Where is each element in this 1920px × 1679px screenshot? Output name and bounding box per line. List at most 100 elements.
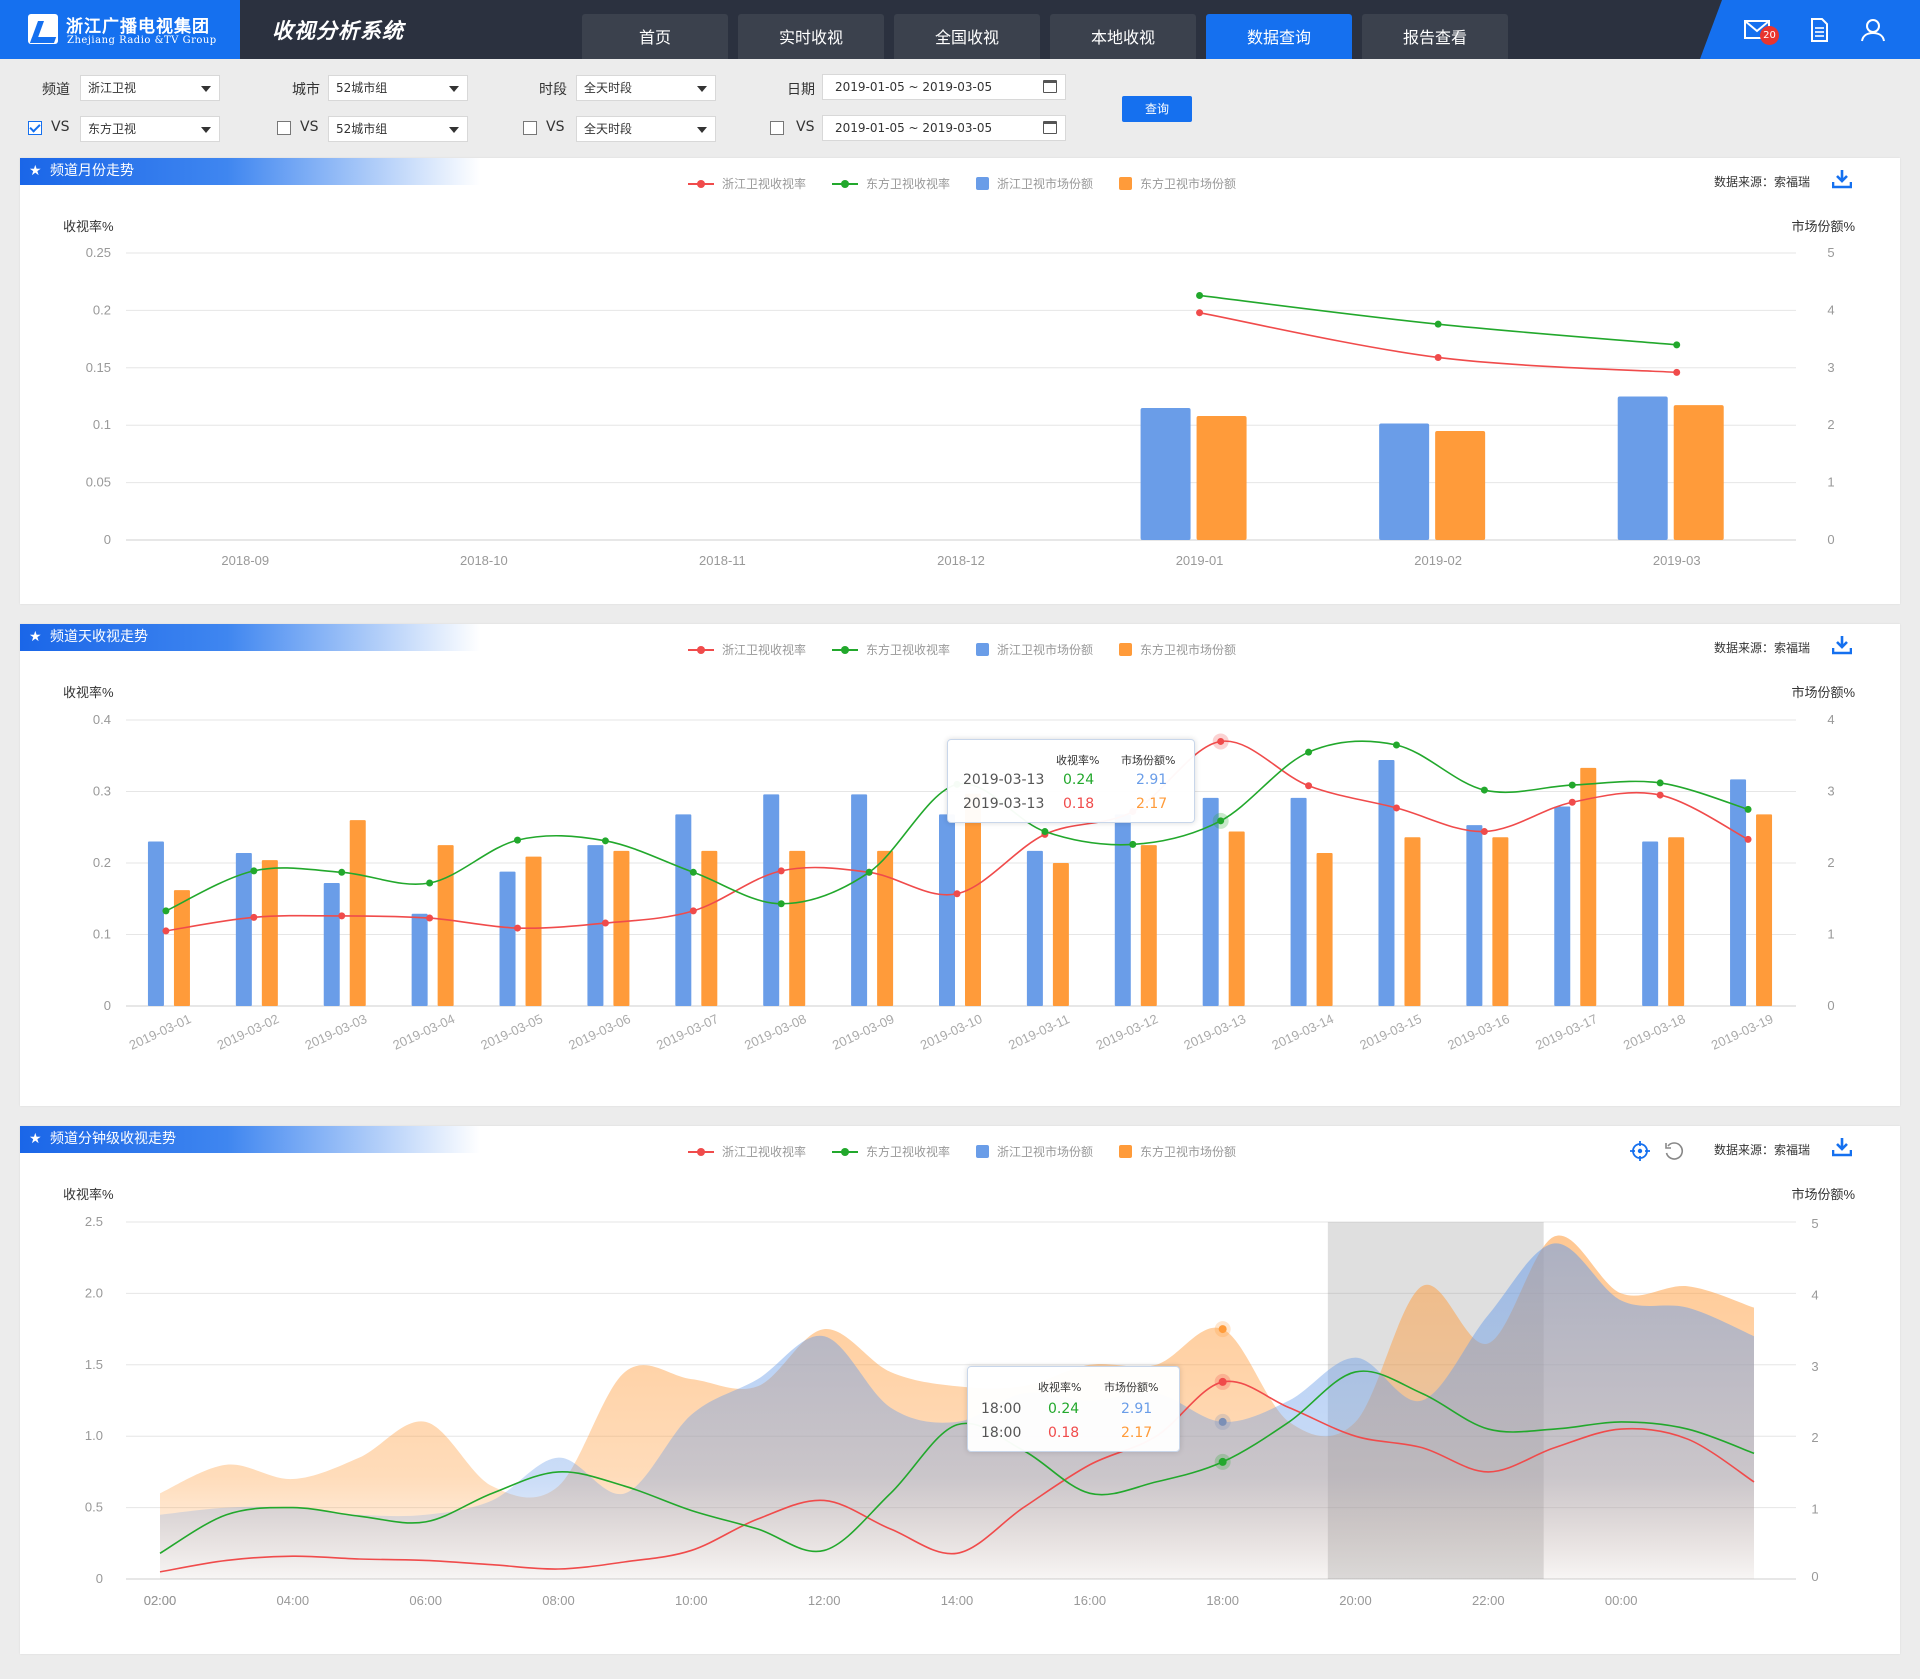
date-range-picker[interactable]: 2019-01-05 ~ 2019-03-05: [822, 74, 1066, 100]
x-tick-label: 2018-10: [460, 553, 508, 568]
tooltip-share-header: 市场份额%: [1121, 754, 1176, 767]
document-icon[interactable]: [1806, 18, 1832, 42]
hover-point: [1218, 1417, 1227, 1426]
tab-national[interactable]: 全国收视: [894, 14, 1040, 59]
tab-home[interactable]: 首页: [582, 14, 728, 59]
bar: [1730, 779, 1747, 1006]
tooltip-rating-header: 收视率%: [1038, 1381, 1082, 1394]
period-label: 时段: [539, 82, 567, 98]
period-select[interactable]: 全天时段: [576, 75, 716, 101]
line-point: [1568, 798, 1576, 806]
brand-logo[interactable]: 浙江广播电视集团 Zhejiang Radio &TV Group: [0, 0, 240, 59]
line-point: [1480, 786, 1488, 794]
line-point: [1305, 748, 1313, 756]
daily-trend-panel: ★ 频道天收视走势 浙江卫视收视率 东方卫视收视率 浙江卫视市场份额 东方卫视市场份额 …: [20, 624, 1900, 1106]
monthly-trend-panel: ★ 频道月份走势 浙江卫视收视率 东方卫视收视率 浙江卫视市场份额 东方卫视市场份额 数…: [20, 158, 1900, 604]
y2-tick-label: 0: [1827, 532, 1834, 547]
x-tick-label: 2019-03-04: [390, 1011, 457, 1053]
bar: [349, 820, 366, 1006]
line-point: [953, 890, 961, 898]
bar: [701, 850, 718, 1006]
app-root: 浙江广播电视集团 Zhejiang Radio &TV Group 收视分析系统…: [0, 0, 1920, 1679]
bar: [789, 850, 806, 1006]
vs-date-checkbox[interactable]: [770, 121, 784, 135]
x-tick-label: 2019-03-02: [215, 1011, 282, 1053]
y-tick-label: 0.25: [86, 245, 111, 260]
line-point: [514, 924, 522, 932]
channel-select[interactable]: 浙江卫视: [80, 75, 220, 101]
y2-tick-label: 5: [1827, 245, 1834, 260]
tooltip-row-label: 18:00: [981, 1401, 1022, 1417]
bar: [1554, 806, 1571, 1006]
tab-data-query[interactable]: 数据查询: [1206, 14, 1352, 59]
vs-period-select-value: 全天时段: [584, 122, 633, 136]
user-icon[interactable]: [1860, 18, 1886, 42]
line-point: [1196, 291, 1204, 299]
y2-tick-label: 1: [1827, 475, 1834, 490]
bar: [499, 871, 516, 1006]
y2-tick-label: 4: [1827, 302, 1834, 317]
bar: [1140, 407, 1191, 540]
y-tick-label: 0: [96, 1571, 103, 1586]
logo-mark-icon: [28, 14, 58, 44]
vs-city-checkbox[interactable]: [277, 121, 291, 135]
y-tick-label: 0.05: [86, 475, 111, 490]
line-point: [777, 900, 785, 908]
calendar-icon: [1043, 121, 1057, 134]
y2-tick-label: 3: [1811, 1359, 1818, 1374]
period-select-value: 全天时段: [584, 81, 633, 95]
bar: [1379, 423, 1430, 540]
y-tick-label: 0.5: [85, 1500, 103, 1515]
y2-tick-label: 1: [1827, 927, 1834, 942]
line-point: [1305, 782, 1313, 790]
bar: [1196, 416, 1247, 540]
x-tick-label: 00:00: [1605, 1593, 1638, 1608]
tooltip-share-value: 2.17: [1121, 1425, 1153, 1441]
line-point: [1656, 779, 1664, 787]
vs-city-select-value: 52城市组: [336, 122, 388, 136]
tab-reports[interactable]: 报告查看: [1362, 14, 1508, 59]
y-tick-label: 0.4: [93, 712, 111, 727]
x-tick-label: 2019-03-14: [1269, 1011, 1336, 1053]
bar: [1140, 845, 1157, 1006]
logo-english-name: Zhejiang Radio &TV Group: [67, 35, 217, 46]
vs-date-range-picker[interactable]: 2019-01-05 ~ 2019-03-05: [822, 115, 1066, 141]
x-tick-label: 14:00: [941, 1593, 974, 1608]
right-axis-title: 市场份额%: [1791, 219, 1855, 234]
line-point: [1392, 741, 1400, 749]
query-button[interactable]: 查询: [1122, 96, 1192, 122]
x-tick-label: 12:00: [808, 1593, 841, 1608]
tab-realtime[interactable]: 实时收视: [738, 14, 884, 59]
tooltip-rating-value: 0.18: [1063, 796, 1095, 812]
bar: [1228, 831, 1245, 1006]
chevron-down-icon: [449, 127, 459, 133]
tooltip-rating-header: 收视率%: [1056, 754, 1100, 767]
city-select[interactable]: 52城市组: [328, 75, 468, 101]
vs-channel-select[interactable]: 东方卫视: [80, 116, 220, 142]
hover-point: [1218, 1325, 1227, 1334]
minute-trend-panel: ★ 频道分钟级收视走势 浙江卫视收视率 东方卫视收视率 浙江卫视市场份额 东方卫视市场份…: [20, 1126, 1900, 1654]
left-axis-title: 收视率%: [63, 219, 114, 234]
y-tick-label: 0.15: [86, 360, 111, 375]
x-tick-label: 2019-03-11: [1006, 1011, 1072, 1052]
x-tick-label: 2019-03-08: [742, 1011, 809, 1053]
vs-city-select[interactable]: 52城市组: [328, 116, 468, 142]
logo-chinese-name: 浙江广播电视集团: [66, 17, 210, 37]
line-point: [1568, 781, 1576, 789]
y2-tick-label: 4: [1827, 712, 1834, 727]
y2-tick-label: 5: [1811, 1216, 1818, 1231]
tab-local[interactable]: 本地收视: [1050, 14, 1196, 59]
city-label: 城市: [292, 82, 320, 98]
line-point: [689, 868, 697, 876]
y2-tick-label: 4: [1811, 1287, 1818, 1302]
vs-period-select[interactable]: 全天时段: [576, 116, 716, 142]
bar: [1642, 841, 1659, 1006]
y-tick-label: 2.5: [85, 1214, 103, 1229]
vs-channel-checkbox[interactable]: [28, 121, 42, 135]
chevron-down-icon: [201, 86, 211, 92]
vs-period-checkbox[interactable]: [523, 121, 537, 135]
line-point: [601, 919, 609, 927]
y2-tick-label: 0: [1827, 998, 1834, 1013]
chevron-down-icon: [697, 127, 707, 133]
line-point: [777, 867, 785, 875]
